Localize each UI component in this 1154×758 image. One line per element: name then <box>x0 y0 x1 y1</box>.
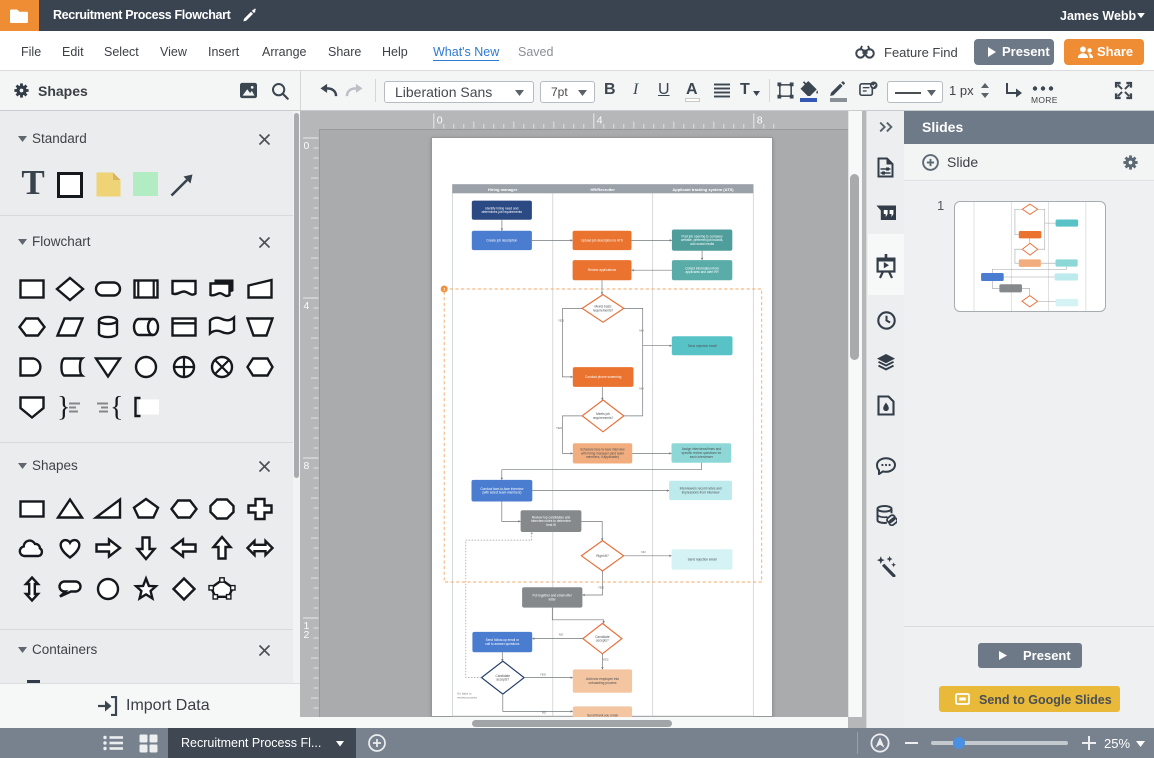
svg-text:1: 1 <box>443 287 445 291</box>
svg-text:4: 4 <box>597 115 603 127</box>
svg-text:accepts?: accepts? <box>496 678 509 682</box>
svg-text:review process: review process <box>457 696 478 700</box>
svg-text:(with select team members): (with select team members) <box>482 491 521 495</box>
svg-text:YES: YES <box>556 426 562 430</box>
svg-text:impressions from interview: impressions from interview <box>682 491 720 495</box>
svg-text:YES: YES <box>602 658 608 662</box>
svg-text:NO: NO <box>639 387 644 391</box>
svg-text:8: 8 <box>304 460 310 472</box>
svg-text:determines job requirements: determines job requirements <box>482 210 523 214</box>
svg-text:requirements?: requirements? <box>593 416 614 420</box>
svg-text:Conduct phone screening: Conduct phone screening <box>585 375 622 379</box>
svg-text:YES: YES <box>540 673 546 677</box>
svg-text:HR/Recruiter: HR/Recruiter <box>590 187 615 192</box>
svg-text:best fit: best fit <box>546 523 556 527</box>
svg-text:Send rejection email: Send rejection email <box>688 558 717 562</box>
svg-text:Send rejection email: Send rejection email <box>688 344 717 348</box>
svg-text:NO: NO <box>542 711 547 715</box>
svg-text:letter: letter <box>549 598 557 602</box>
svg-text:members, if applicable): members, if applicable) <box>586 455 619 459</box>
svg-text:8: 8 <box>757 115 763 127</box>
svg-text:onboarding process: onboarding process <box>589 681 617 685</box>
svg-text:0: 0 <box>304 140 310 152</box>
svg-text:Hiring manager: Hiring manager <box>488 187 518 192</box>
svg-text:requirements?: requirements? <box>593 308 614 312</box>
svg-text:0: 0 <box>437 115 443 127</box>
svg-text:NO: NO <box>559 633 564 637</box>
svg-text:each interviewer: each interviewer <box>690 455 714 459</box>
svg-text:}: } <box>57 392 70 423</box>
svg-text:Create job description: Create job description <box>486 239 517 243</box>
svg-text:YES: YES <box>598 586 604 590</box>
svg-text:Upload job description to ATS: Upload job description to ATS <box>581 239 623 243</box>
svg-text:YES: YES <box>558 319 564 323</box>
svg-text:and social media: and social media <box>690 242 714 246</box>
svg-text:Applicant tracking system (ATS: Applicant tracking system (ATS) <box>672 187 734 192</box>
svg-text:NO: NO <box>639 329 644 333</box>
svg-text:NO: NO <box>641 550 646 554</box>
svg-text:4: 4 <box>304 300 310 312</box>
svg-text:2: 2 <box>304 629 310 641</box>
svg-text:applicants and alert HR: applicants and alert HR <box>686 270 720 274</box>
svg-text:Right fit?: Right fit? <box>596 554 609 558</box>
svg-text:{: { <box>110 392 123 423</box>
svg-text:call to answer questions: call to answer questions <box>485 642 519 646</box>
svg-text:accepts?: accepts? <box>596 639 609 643</box>
svg-text:Review applications: Review applications <box>588 268 617 272</box>
